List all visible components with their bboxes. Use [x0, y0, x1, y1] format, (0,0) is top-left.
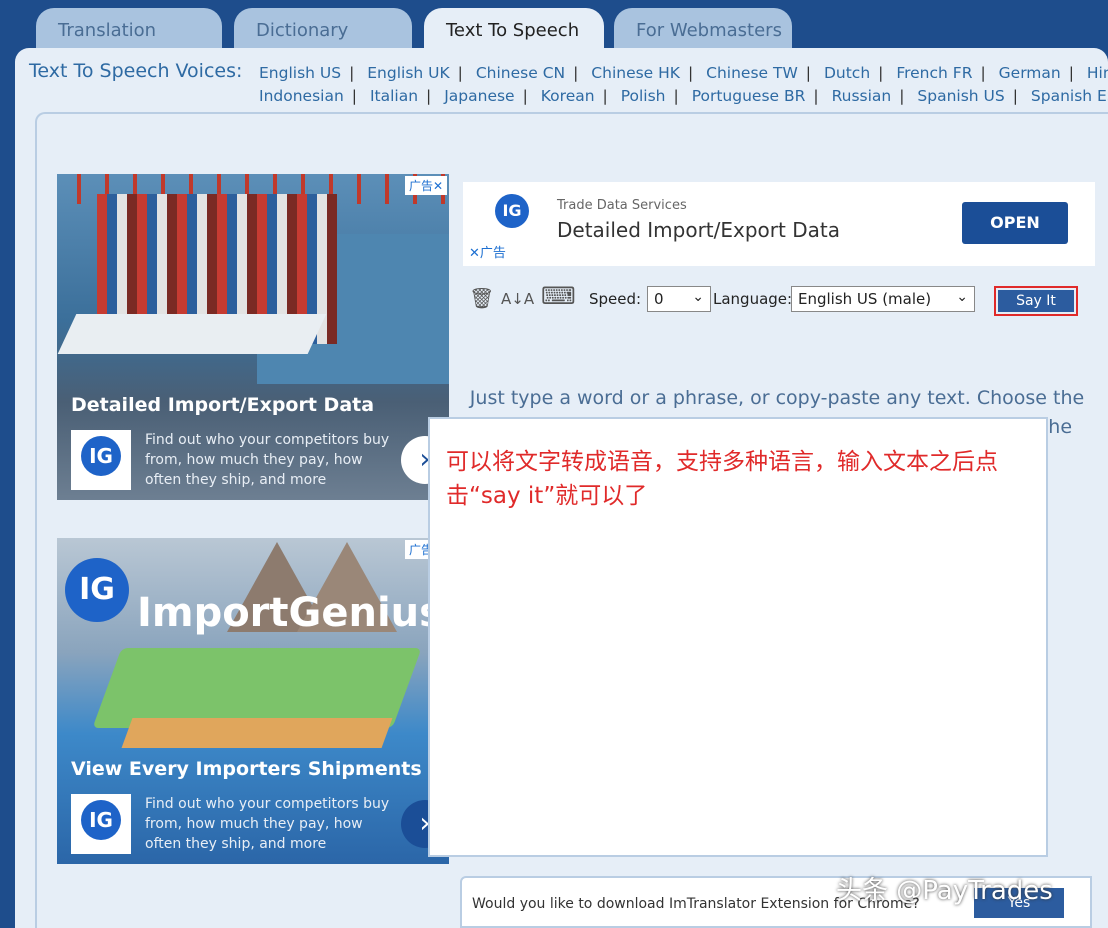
ad-banner-import-export[interactable]: 广告✕ Detailed Import/Export Data IG Find …	[57, 174, 449, 500]
open-button[interactable]: OPEN	[962, 202, 1068, 244]
text-input-area[interactable]: 可以将文字转成语音，支持多种语言，输入文本之后点击“say it”就可以了	[428, 417, 1048, 857]
ig-logo: IG	[71, 430, 131, 490]
ad-subtitle: Trade Data Services	[557, 198, 687, 213]
tab-translation[interactable]: Translation	[36, 8, 222, 52]
tab-dictionary[interactable]: Dictionary	[234, 8, 412, 52]
ig-logo: IG	[495, 194, 529, 228]
voices-label: Text To Speech Voices:	[29, 60, 243, 82]
ad-banner-importgenius[interactable]: IG ImportGenius 广告✕ View Every Importers…	[57, 538, 449, 864]
say-it-button[interactable]: Say It	[994, 286, 1078, 316]
voices-row-2: Indonesian | Italian | Japanese | Korean | P…	[259, 87, 1108, 105]
ig-logo: IG	[71, 794, 131, 854]
tab-bar: Translation Dictionary Text To Speech Fo…	[0, 0, 1108, 52]
ad-close-icon[interactable]: ✕广告	[469, 242, 506, 261]
voice-link[interactable]: Portuguese BR	[692, 87, 806, 105]
ad-badge[interactable]: 广告✕	[404, 176, 447, 195]
voice-link[interactable]: Japanese	[444, 87, 514, 105]
voice-link[interactable]: Italian	[370, 87, 418, 105]
ad-title: View Every Importers Shipments	[71, 758, 422, 780]
island-graphic	[92, 648, 422, 728]
voice-link[interactable]: English UK	[367, 64, 449, 82]
ad-description: Find out who your competitors buy from, …	[145, 796, 390, 852]
voices-row-1: English US | English UK | Chinese CN | Chin…	[259, 64, 1108, 82]
tab-text-to-speech[interactable]: Text To Speech	[424, 8, 604, 52]
island-base-graphic	[121, 718, 393, 748]
speed-select[interactable]: 0 ⌄	[647, 286, 711, 312]
voice-link[interactable]: German	[999, 64, 1061, 82]
voice-link[interactable]: Chinese HK	[591, 64, 680, 82]
voice-link[interactable]: Spanish US	[917, 87, 1004, 105]
tts-toolbar: 🗑 A↓A ⌨ Speed: 0 ⌄ Language: English US (…	[461, 276, 1093, 324]
voice-link[interactable]: Polish	[621, 87, 666, 105]
ad-headline: Detailed Import/Export Data	[557, 218, 840, 242]
speed-label: Speed:	[589, 290, 642, 308]
watermark: 头条 @PayTrades	[836, 876, 1053, 906]
ad-description: Find out who your competitors buy from, …	[145, 432, 390, 488]
voice-link[interactable]: Hindi	[1087, 64, 1108, 82]
ig-logo: IG	[65, 558, 129, 622]
voice-link[interactable]: Indonesian	[259, 87, 344, 105]
font-size-icon[interactable]: A↓A	[501, 290, 534, 308]
voice-link[interactable]: Korean	[541, 87, 595, 105]
trash-icon[interactable]: 🗑	[469, 286, 494, 310]
keyboard-icon[interactable]: ⌨	[541, 282, 576, 310]
tab-for-webmasters[interactable]: For Webmasters	[614, 8, 792, 52]
ship-hull-graphic	[57, 314, 327, 354]
voice-link[interactable]: Chinese CN	[476, 64, 565, 82]
voice-link[interactable]: English US	[259, 64, 341, 82]
voice-link[interactable]: Spanish ES	[1031, 87, 1108, 105]
voice-link[interactable]: Chinese TW	[706, 64, 798, 82]
voice-link[interactable]: Russian	[832, 87, 892, 105]
chevron-down-icon: ⌄	[956, 289, 968, 305]
voice-link[interactable]: Dutch	[824, 64, 870, 82]
voice-link[interactable]: French FR	[896, 64, 972, 82]
brand-name: ImportGenius	[137, 590, 443, 636]
ad-title: Detailed Import/Export Data	[71, 394, 375, 416]
chevron-down-icon: ⌄	[692, 289, 704, 305]
language-select[interactable]: English US (male) ⌄	[791, 286, 975, 312]
ad-top-banner[interactable]: IG Trade Data Services Detailed Import/E…	[463, 182, 1095, 266]
language-label: Language:	[713, 290, 793, 308]
